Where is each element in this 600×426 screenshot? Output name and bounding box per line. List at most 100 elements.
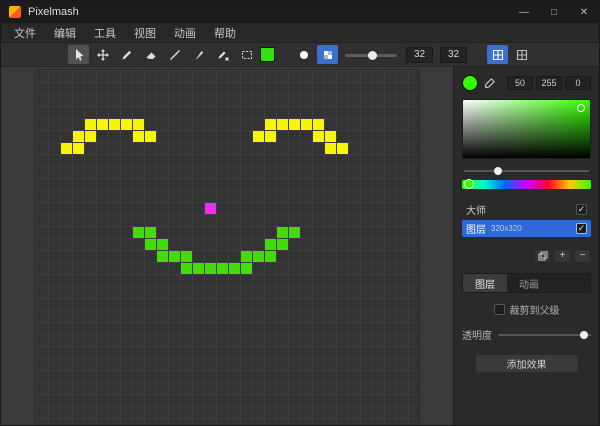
active-color-swatch[interactable] [260,47,275,62]
doc-height-field[interactable]: 32 [440,47,467,63]
pixel-cell[interactable] [241,251,252,262]
tab-layers[interactable]: 图层 [463,274,507,292]
pixel-cell[interactable] [109,119,120,130]
pixel-cell[interactable] [145,227,156,238]
grid-toggle-button[interactable] [487,45,508,64]
clip-to-parent-checkbox[interactable] [494,304,505,315]
pixel-cell[interactable] [85,119,96,130]
doc-width-field[interactable]: 32 [406,47,433,63]
saturation-value-picker[interactable] [462,99,591,159]
pixel-cell[interactable] [73,131,84,142]
pixel-cell[interactable] [145,239,156,250]
pixel-cell[interactable] [289,119,300,130]
pixel-cell[interactable] [133,131,144,142]
slider-knob[interactable] [368,51,377,60]
line-tool-button[interactable] [164,45,185,64]
eraser-tool-button[interactable] [140,45,161,64]
pixel-cell[interactable] [241,263,252,274]
selection-rect-icon [240,48,254,62]
brush-tool-button[interactable] [188,45,209,64]
dither-pattern-button[interactable] [317,45,338,64]
menu-item-file[interactable]: 文件 [5,23,45,43]
pixel-cell[interactable] [265,251,276,262]
right-panel: 50 255 0 大师 ✓ 图层 320x320 ✓ [453,67,599,425]
pixel-cell[interactable] [181,263,192,274]
menu-item-animation[interactable]: 动画 [165,23,205,43]
pixel-cell[interactable] [253,131,264,142]
layer-visibility-checkbox[interactable]: ✓ [576,223,587,234]
value-slider-knob[interactable] [494,167,502,175]
pixel-cell[interactable] [277,227,288,238]
pixel-cell[interactable] [265,239,276,250]
pixel-cell[interactable] [217,263,228,274]
add-layer-button[interactable]: + [554,249,571,263]
pencil-tool-button[interactable] [116,45,137,64]
pixel-cell[interactable] [85,131,96,142]
value-slider[interactable] [464,166,589,176]
layer-visibility-checkbox[interactable]: ✓ [576,204,587,215]
pixel-cell[interactable] [253,251,264,262]
menu-item-tools[interactable]: 工具 [85,23,125,43]
pixel-cell[interactable] [205,263,216,274]
red-value-field[interactable]: 50 [507,76,533,90]
pixel-cell[interactable] [133,227,144,238]
hue-slider[interactable] [462,180,591,189]
marquee-tool-button[interactable] [236,45,257,64]
pixel-cell[interactable] [313,131,324,142]
move-tool-button[interactable] [92,45,113,64]
green-value-field[interactable]: 255 [536,76,562,90]
blue-value-field[interactable]: 0 [565,76,591,90]
pixel-canvas[interactable] [35,69,420,425]
pixelmash-window: Pixelmash — □ ✕ 文件 编辑 工具 视图 动画 帮助 [0,0,600,426]
pixel-cell[interactable] [325,143,336,154]
pixel-cell[interactable] [337,143,348,154]
pixel-cell[interactable] [265,131,276,142]
menu-item-edit[interactable]: 编辑 [45,23,85,43]
brush-size-slider[interactable] [345,49,397,61]
current-color-circle[interactable] [462,75,478,91]
pixel-cell[interactable] [313,119,324,130]
pixel-cell[interactable] [289,227,300,238]
pixel-cell[interactable] [265,119,276,130]
pixel-cell[interactable] [229,263,240,274]
tab-animation[interactable]: 动画 [507,274,551,292]
duplicate-layer-button[interactable] [534,249,551,263]
pixel-cell[interactable] [193,263,204,274]
pixel-cell[interactable] [61,143,72,154]
pixel-cell[interactable] [169,251,180,262]
pixel-pen-tool-button[interactable] [212,45,233,64]
select-tool-button[interactable] [68,45,89,64]
color-marker [577,104,585,112]
eraser-icon [144,48,158,62]
layer-name: 图层 [466,221,486,236]
pixel-cell[interactable] [181,251,192,262]
add-effect-button[interactable]: 添加效果 [475,354,579,373]
opacity-slider-knob[interactable] [580,331,588,339]
delete-layer-button[interactable]: − [574,249,591,263]
pixel-cell[interactable] [145,131,156,142]
menu-item-view[interactable]: 视图 [125,23,165,43]
pixel-cell[interactable] [301,119,312,130]
pixel-cell[interactable] [157,251,168,262]
minimize-button[interactable]: — [509,1,539,23]
pixel-cell[interactable] [277,119,288,130]
pixel-grid-button[interactable] [511,45,532,64]
opacity-slider[interactable] [498,330,591,340]
pixel-cell[interactable] [325,131,336,142]
pixel-cell[interactable] [157,239,168,250]
hue-slider-knob[interactable] [464,179,474,189]
layer-row-layer[interactable]: 图层 320x320 ✓ [462,220,591,237]
pixel-cell[interactable] [133,119,144,130]
pixel-cell[interactable] [97,119,108,130]
round-brush-button[interactable] [293,45,314,64]
layer-row-master[interactable]: 大师 ✓ [462,201,591,218]
pixel-cell[interactable] [277,239,288,250]
maximize-button[interactable]: □ [539,1,569,23]
pixel-cell[interactable] [205,203,216,214]
menubar: 文件 编辑 工具 视图 动画 帮助 [1,23,599,43]
pixel-cell[interactable] [121,119,132,130]
close-button[interactable]: ✕ [569,1,599,23]
menu-item-help[interactable]: 帮助 [205,23,245,43]
eyedropper-icon[interactable] [483,77,496,90]
pixel-cell[interactable] [73,143,84,154]
